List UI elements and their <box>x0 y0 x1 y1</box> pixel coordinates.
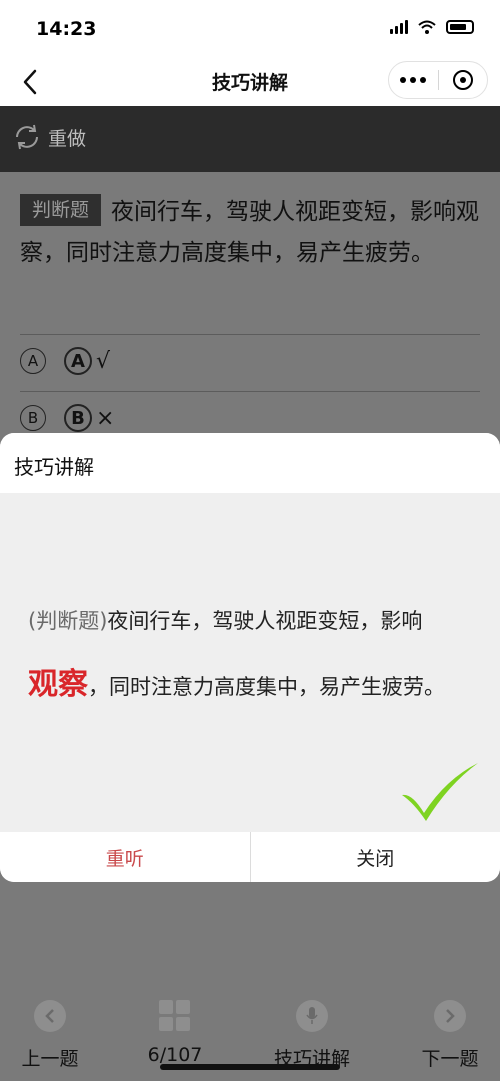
option-a[interactable]: A A √ <box>20 347 110 375</box>
option-mark: √ <box>96 348 111 374</box>
explanation-line-2: 观察，同时注意力高度集中，易产生疲劳。 <box>28 659 445 703</box>
modal-title: 技巧讲解 <box>0 433 500 493</box>
question-text-block: 判断题 夜间行车，驾驶人视距变短，影响观察，同时注意力高度集中，易产生疲劳。 <box>20 192 480 274</box>
prev-question-label: 上一题 <box>21 1048 79 1070</box>
explanation-tag: (判断题) <box>28 609 108 633</box>
divider <box>20 334 480 335</box>
wifi-icon <box>418 20 436 34</box>
option-letter: B <box>20 405 46 431</box>
explanation-line-1: (判断题)夜间行车，驾驶人视距变短，影响 <box>28 605 422 635</box>
next-question-button[interactable]: 下一题 <box>400 992 500 1071</box>
more-button[interactable] <box>389 62 438 98</box>
option-answer-letter: A <box>64 347 92 375</box>
modal-body: (判断题)夜间行车，驾驶人视距变短，影响 观察，同时注意力高度集中，易产生疲劳。 <box>0 493 500 832</box>
question-index-button[interactable]: 6/107 <box>125 992 225 1066</box>
tips-modal: 技巧讲解 (判断题)夜间行车，驾驶人视距变短，影响 观察，同时注意力高度集中，易… <box>0 433 500 882</box>
redo-label: 重做 <box>48 127 87 150</box>
option-content: A √ <box>64 347 110 375</box>
option-letter: A <box>20 348 46 374</box>
refresh-icon <box>16 124 38 150</box>
question-progress: 6/107 <box>147 1044 203 1066</box>
modal-footer: 重听 关闭 <box>0 832 500 882</box>
battery-icon <box>446 20 474 34</box>
status-bar: 14:23 <box>0 0 500 58</box>
target-icon <box>452 70 473 90</box>
option-mark: × <box>96 405 115 431</box>
home-indicator <box>160 1064 340 1070</box>
more-icon <box>400 77 427 83</box>
grid-icon <box>159 1000 191 1032</box>
tips-tab-button[interactable]: 技巧讲解 <box>262 992 362 1071</box>
option-content: B × <box>64 404 114 432</box>
option-b[interactable]: B B × <box>20 404 114 432</box>
prev-question-button[interactable]: 上一题 <box>0 992 100 1071</box>
signal-icon <box>390 20 408 34</box>
option-answer-letter: B <box>64 404 92 432</box>
close-button[interactable]: 关闭 <box>251 832 500 882</box>
chevron-right-icon <box>434 1000 466 1032</box>
exit-button[interactable] <box>439 62 488 98</box>
divider <box>20 391 480 392</box>
redo-button[interactable]: 重做 <box>12 122 86 152</box>
explanation-text-1: 夜间行车，驾驶人视距变短，影响 <box>107 609 423 633</box>
replay-button[interactable]: 重听 <box>0 832 250 882</box>
next-question-label: 下一题 <box>421 1048 479 1070</box>
miniapp-capsule <box>388 61 488 99</box>
check-icon <box>402 763 478 821</box>
explanation-text-2: ，同时注意力高度集中，易产生疲劳。 <box>88 675 445 699</box>
status-time: 14:23 <box>36 18 97 40</box>
status-icons <box>390 20 474 34</box>
highlight-keyword: 观察 <box>28 667 88 702</box>
question-type-tag: 判断题 <box>20 194 102 226</box>
microphone-icon <box>296 1000 328 1032</box>
question-toolbar: 重做 <box>0 106 500 172</box>
chevron-left-icon <box>34 1000 66 1032</box>
nav-bar: 技巧讲解 <box>0 58 500 106</box>
